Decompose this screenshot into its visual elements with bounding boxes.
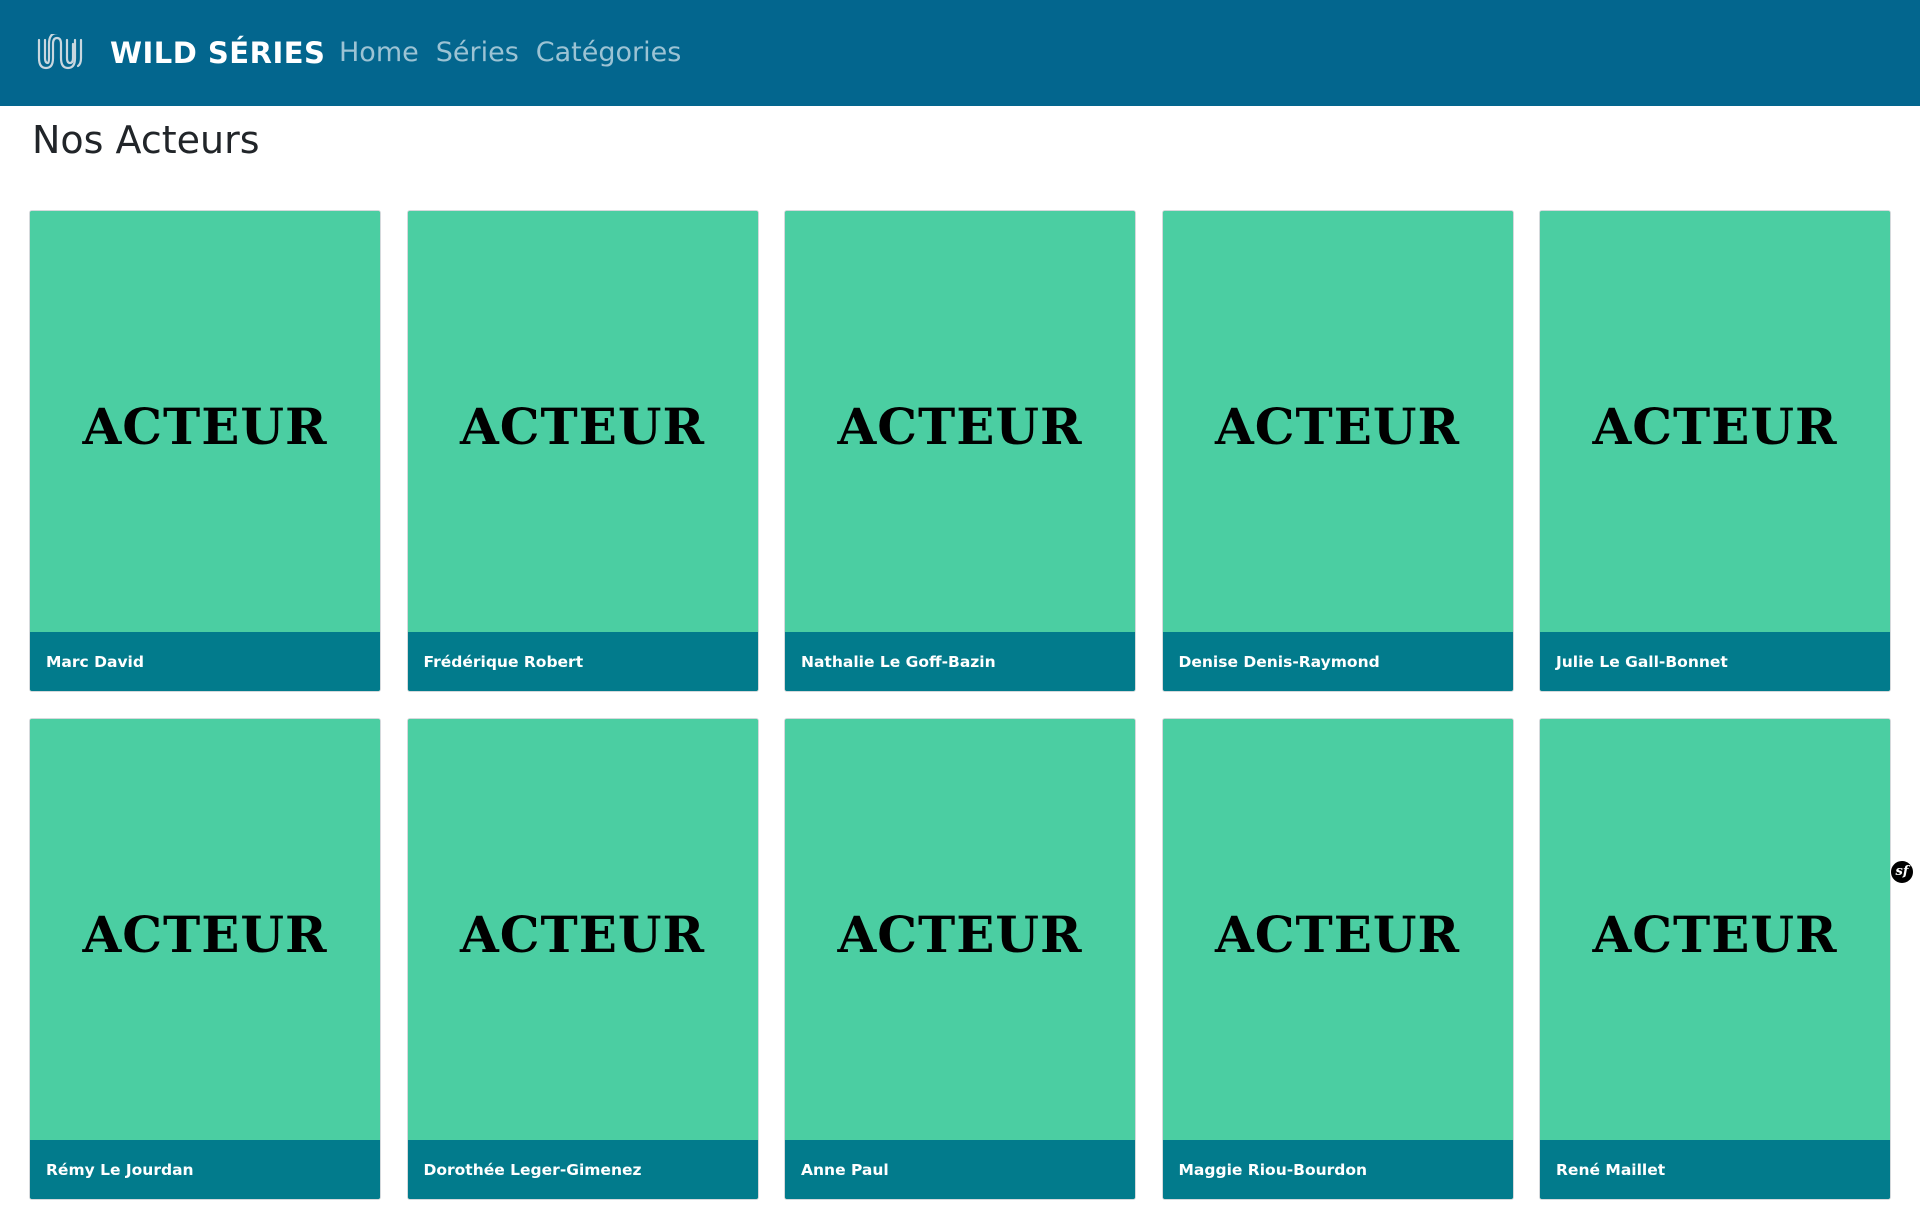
navbar: WILD SÉRIES Home Séries Catégories <box>0 0 1920 106</box>
actor-card[interactable]: ACTEUR Maggie Riou-Bourdon <box>1161 718 1514 1200</box>
actor-image: ACTEUR <box>1162 211 1513 632</box>
actor-image-label: ACTEUR <box>1214 397 1461 456</box>
actor-card-footer: Denise Denis-Raymond <box>1162 632 1513 691</box>
actor-card-footer: Marc David <box>30 632 380 691</box>
actor-name: Anne Paul <box>801 1160 889 1179</box>
nav-link-categories[interactable]: Catégories <box>536 34 682 72</box>
actor-card[interactable]: ACTEUR Nathalie Le Goff-Bazin <box>784 210 1136 692</box>
actor-image: ACTEUR <box>30 719 380 1140</box>
actor-card-footer: Frédérique Robert <box>407 632 758 691</box>
actor-card[interactable]: ACTEUR Anne Paul <box>784 718 1136 1200</box>
actor-image: ACTEUR <box>785 719 1135 1140</box>
actor-image: ACTEUR <box>1540 719 1890 1140</box>
actor-card-footer: René Maillet <box>1540 1140 1890 1199</box>
actor-name: Maggie Riou-Bourdon <box>1178 1160 1368 1179</box>
actor-image: ACTEUR <box>407 719 758 1140</box>
wild-wave-logo-icon[interactable] <box>36 34 84 72</box>
actor-card-footer: Dorothée Leger-Gimenez <box>407 1140 758 1199</box>
actor-card[interactable]: ACTEUR Julie Le Gall-Bonnet <box>1539 210 1891 692</box>
actor-card[interactable]: ACTEUR Denise Denis-Raymond <box>1161 210 1514 692</box>
actor-card[interactable]: ACTEUR Frédérique Robert <box>406 210 759 692</box>
actor-name: René Maillet <box>1556 1160 1666 1179</box>
actor-name: Rémy Le Jourdan <box>46 1160 194 1179</box>
actor-name: Frédérique Robert <box>423 652 584 671</box>
actor-card-footer: Maggie Riou-Bourdon <box>1162 1140 1513 1199</box>
actor-card[interactable]: ACTEUR Dorothée Leger-Gimenez <box>406 718 759 1200</box>
actor-name: Denise Denis-Raymond <box>1178 652 1380 671</box>
actor-image: ACTEUR <box>30 211 380 632</box>
nav-link-series[interactable]: Séries <box>436 34 519 72</box>
actor-card[interactable]: ACTEUR Marc David <box>29 210 381 692</box>
brand-name[interactable]: WILD SÉRIES <box>110 34 325 72</box>
actor-image-label: ACTEUR <box>82 397 328 456</box>
actor-image-label: ACTEUR <box>837 397 1083 456</box>
actor-name: Julie Le Gall-Bonnet <box>1556 652 1728 671</box>
actor-card[interactable]: ACTEUR Rémy Le Jourdan <box>29 718 381 1200</box>
actor-card[interactable]: ACTEUR René Maillet <box>1539 718 1891 1200</box>
actor-card-footer: Nathalie Le Goff-Bazin <box>785 632 1135 691</box>
actor-card-footer: Julie Le Gall-Bonnet <box>1540 632 1890 691</box>
actor-image-label: ACTEUR <box>82 905 328 964</box>
nav-links: Home Séries Catégories <box>339 34 681 72</box>
actor-name: Dorothée Leger-Gimenez <box>423 1160 642 1179</box>
actor-image: ACTEUR <box>1540 211 1890 632</box>
actor-card-footer: Rémy Le Jourdan <box>30 1140 380 1199</box>
actor-grid: ACTEUR Marc David ACTEUR Frédérique Robe… <box>29 210 1891 1200</box>
actor-image: ACTEUR <box>407 211 758 632</box>
actor-image-label: ACTEUR <box>837 905 1083 964</box>
nav-link-home[interactable]: Home <box>339 34 419 72</box>
actor-image-label: ACTEUR <box>1592 905 1838 964</box>
actor-name: Marc David <box>46 652 144 671</box>
actor-image: ACTEUR <box>1162 719 1513 1140</box>
actor-image-label: ACTEUR <box>1592 397 1838 456</box>
actor-image-label: ACTEUR <box>459 905 706 964</box>
page-title: Nos Acteurs <box>32 118 260 162</box>
actor-card-footer: Anne Paul <box>785 1140 1135 1199</box>
actor-image: ACTEUR <box>785 211 1135 632</box>
actor-image-label: ACTEUR <box>459 397 706 456</box>
actor-image-label: ACTEUR <box>1214 905 1461 964</box>
actor-name: Nathalie Le Goff-Bazin <box>801 652 996 671</box>
symfony-icon[interactable]: sf <box>1890 860 1914 884</box>
